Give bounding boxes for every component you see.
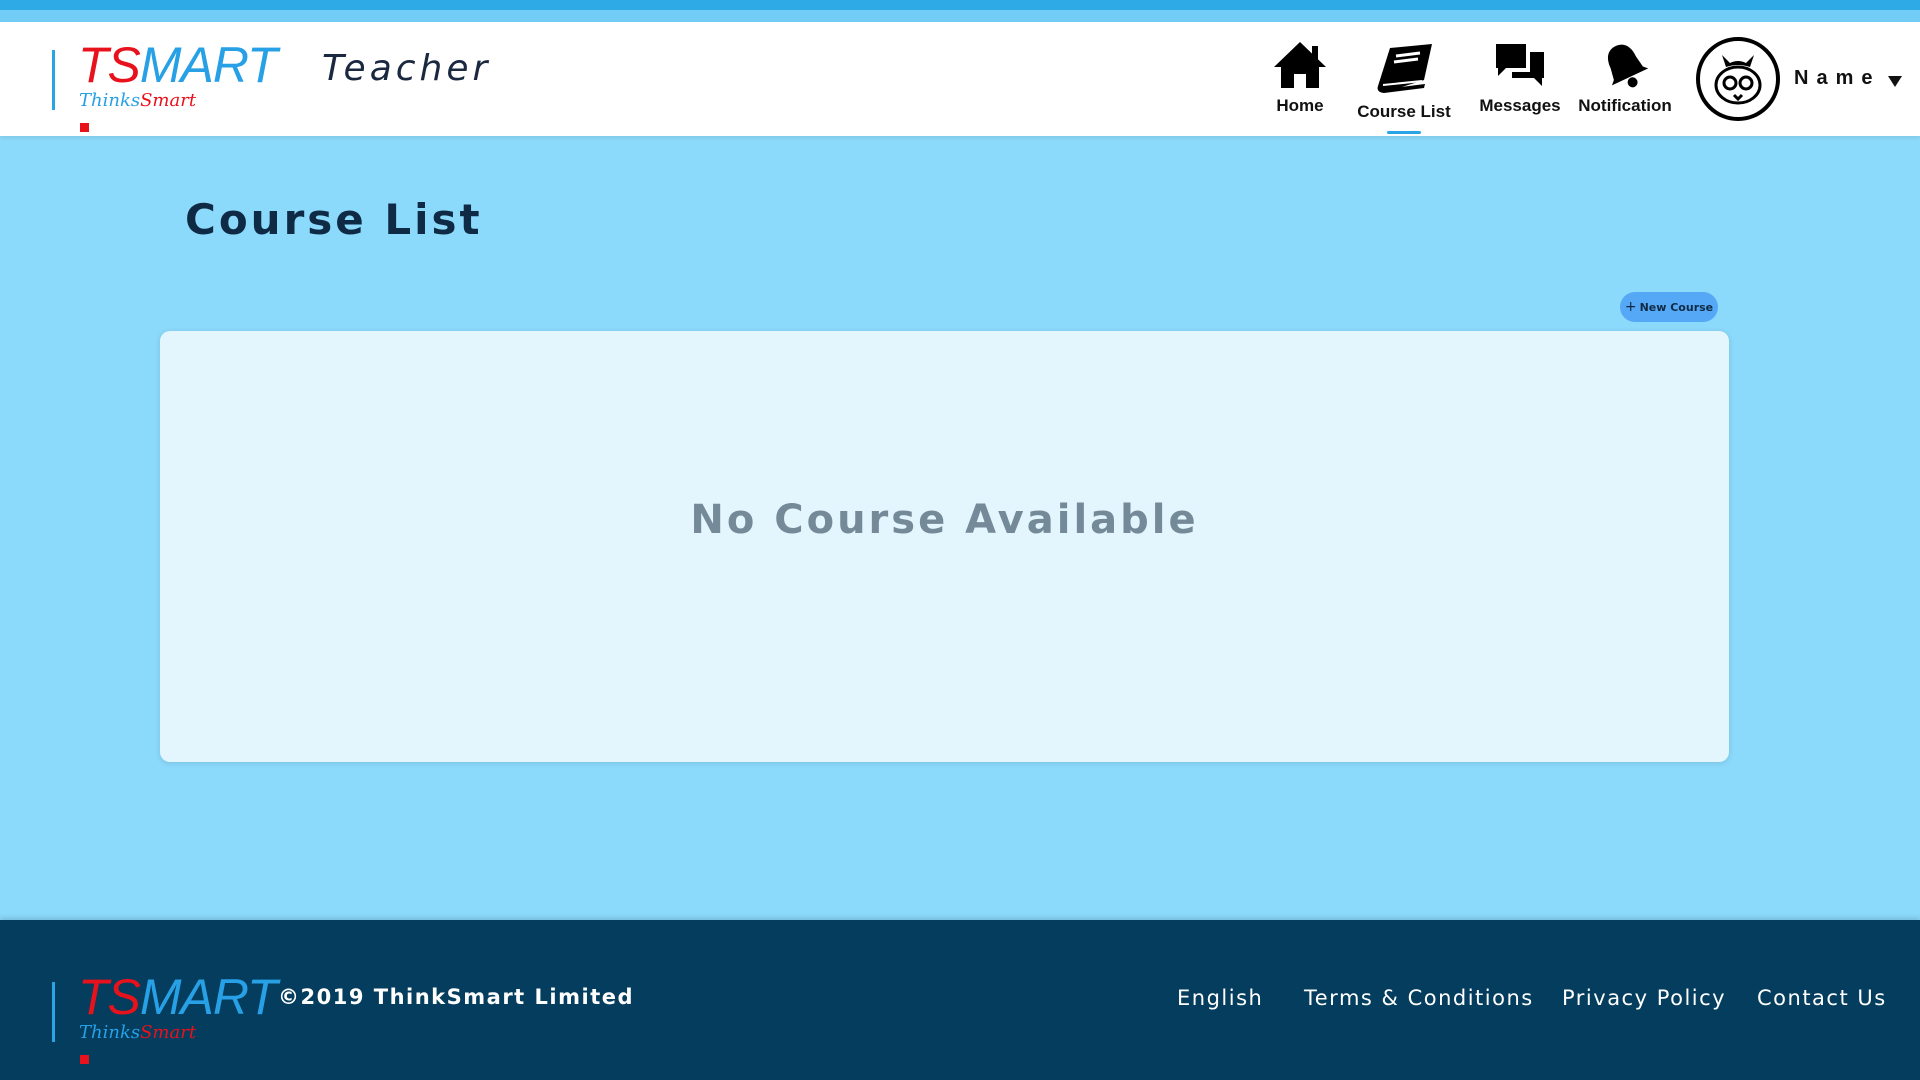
page-title: Course List: [185, 195, 483, 244]
language-link[interactable]: English: [1177, 986, 1263, 1010]
empty-state-message: No Course Available: [690, 497, 1199, 543]
nav-notification-label: Notification: [1578, 96, 1672, 115]
nav-course-list-label: Course List: [1357, 102, 1451, 121]
logo-divider: [52, 50, 55, 110]
nav-home[interactable]: Home: [1268, 40, 1332, 130]
avatar[interactable]: [1696, 37, 1780, 121]
nav-course-list[interactable]: Course List: [1352, 40, 1456, 134]
home-icon: [1274, 42, 1326, 88]
nav-notification[interactable]: Notification: [1572, 40, 1678, 130]
chat-icon: [1496, 44, 1544, 86]
tsmart-logo[interactable]: TSMART ThinksSmart: [52, 40, 278, 132]
user-name[interactable]: Name: [1794, 67, 1880, 90]
plus-icon: +: [1624, 299, 1637, 315]
owl-avatar-icon: [1714, 55, 1762, 105]
logo-tagline: ThinksSmart: [79, 90, 197, 111]
privacy-link[interactable]: Privacy Policy: [1562, 986, 1726, 1010]
contact-link[interactable]: Contact Us: [1757, 986, 1887, 1010]
top-accent-bar: [0, 0, 1920, 10]
nav-home-label: Home: [1276, 96, 1324, 115]
new-course-button[interactable]: + New Course: [1620, 292, 1718, 322]
logo-tagline: ThinksSmart: [79, 1022, 197, 1043]
active-nav-indicator: [1387, 131, 1421, 134]
nav-messages-label: Messages: [1479, 96, 1561, 115]
book-icon: [1377, 44, 1432, 93]
footer-logo[interactable]: TSMART ThinksSmart: [52, 972, 278, 1064]
site-footer: TSMART ThinksSmart ©2019 ThinkSmart Limi…: [0, 920, 1920, 1080]
role-title: Teacher: [322, 48, 492, 89]
course-list-panel: No Course Available: [160, 331, 1729, 762]
nav-messages[interactable]: Messages: [1476, 40, 1564, 130]
bell-icon: [1607, 44, 1649, 88]
site-header: TSMART ThinksSmart Teacher Home Course L…: [0, 22, 1920, 136]
top-accent-bar-light: [0, 10, 1920, 22]
logo-divider: [52, 982, 55, 1042]
terms-link[interactable]: Terms & Conditions: [1304, 986, 1534, 1010]
chevron-down-icon[interactable]: [1888, 76, 1902, 87]
new-course-label: New Course: [1639, 300, 1714, 314]
copyright-text: ©2019 ThinkSmart Limited: [278, 985, 635, 1009]
